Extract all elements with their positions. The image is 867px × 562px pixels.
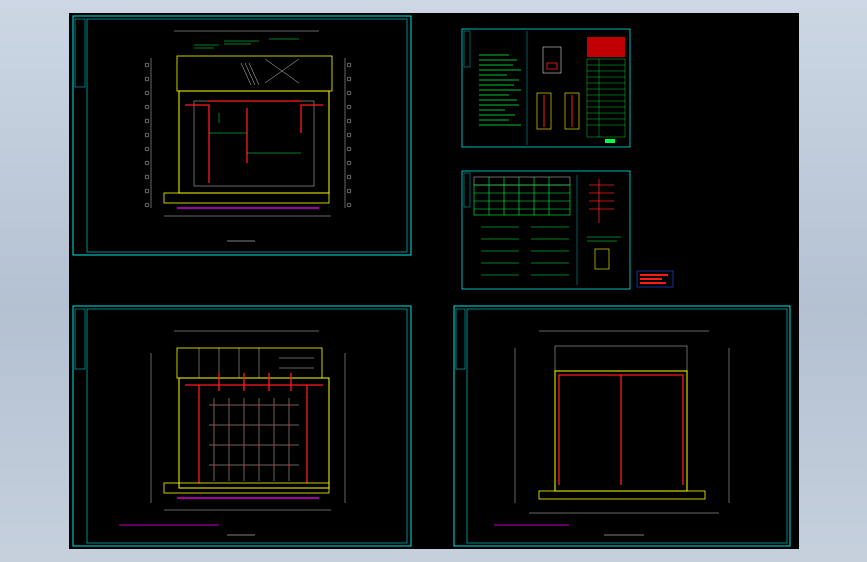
sheet-inner-frame bbox=[86, 308, 408, 544]
sheet-plan-bottom-right[interactable] bbox=[453, 305, 791, 547]
upper-rooms bbox=[176, 347, 323, 379]
sheet-frame bbox=[72, 15, 412, 256]
axis-bubbles-left bbox=[144, 62, 150, 208]
legend-header bbox=[587, 37, 625, 57]
legend-table bbox=[586, 58, 626, 138]
fire-pipes bbox=[185, 373, 323, 483]
upper-room-text bbox=[194, 38, 299, 49]
title-strip bbox=[463, 172, 471, 208]
dimension-lines bbox=[514, 330, 730, 514]
riser-column bbox=[589, 179, 614, 223]
sheet-frame bbox=[453, 305, 791, 547]
riser-diagrams bbox=[481, 226, 569, 276]
sheet-table-middle-right[interactable] bbox=[461, 170, 631, 290]
drawing-canvas[interactable] bbox=[69, 13, 799, 549]
stair bbox=[240, 58, 300, 86]
upper-room-grid bbox=[198, 348, 314, 378]
fire-pipes bbox=[558, 374, 684, 485]
schedule-table bbox=[473, 177, 571, 216]
schedule-header bbox=[473, 176, 571, 186]
title-strip bbox=[463, 30, 471, 68]
pit-detail bbox=[594, 248, 610, 270]
pit-text bbox=[587, 236, 621, 242]
title-strip bbox=[74, 18, 86, 88]
hall-inner bbox=[193, 100, 315, 187]
hall-walls bbox=[178, 90, 330, 194]
title-strip bbox=[74, 308, 86, 370]
cad-viewport[interactable] bbox=[69, 13, 799, 549]
bottom-wall bbox=[163, 192, 330, 204]
fire-pipes bbox=[185, 100, 323, 183]
pipe-branches bbox=[209, 113, 301, 154]
notes-text-block bbox=[479, 54, 521, 126]
upper-zone bbox=[554, 345, 688, 372]
dimension-lines bbox=[150, 30, 346, 217]
upper-rooms bbox=[176, 55, 333, 92]
axis-bubbles-right bbox=[346, 62, 352, 208]
bottom-wall bbox=[538, 490, 706, 500]
sheet-notes-top-right[interactable] bbox=[461, 28, 631, 148]
sheet-frame bbox=[461, 170, 631, 290]
sheet-plan-top-left[interactable] bbox=[72, 15, 412, 256]
sprinkler-heads bbox=[213, 404, 290, 466]
sprinkler-grid bbox=[209, 398, 299, 481]
floating-legend[interactable] bbox=[636, 270, 674, 288]
detail-box-fill bbox=[546, 62, 558, 70]
legend-footer bbox=[605, 139, 615, 143]
sheet-plan-bottom-left[interactable] bbox=[72, 305, 412, 547]
title-strip bbox=[455, 308, 466, 370]
